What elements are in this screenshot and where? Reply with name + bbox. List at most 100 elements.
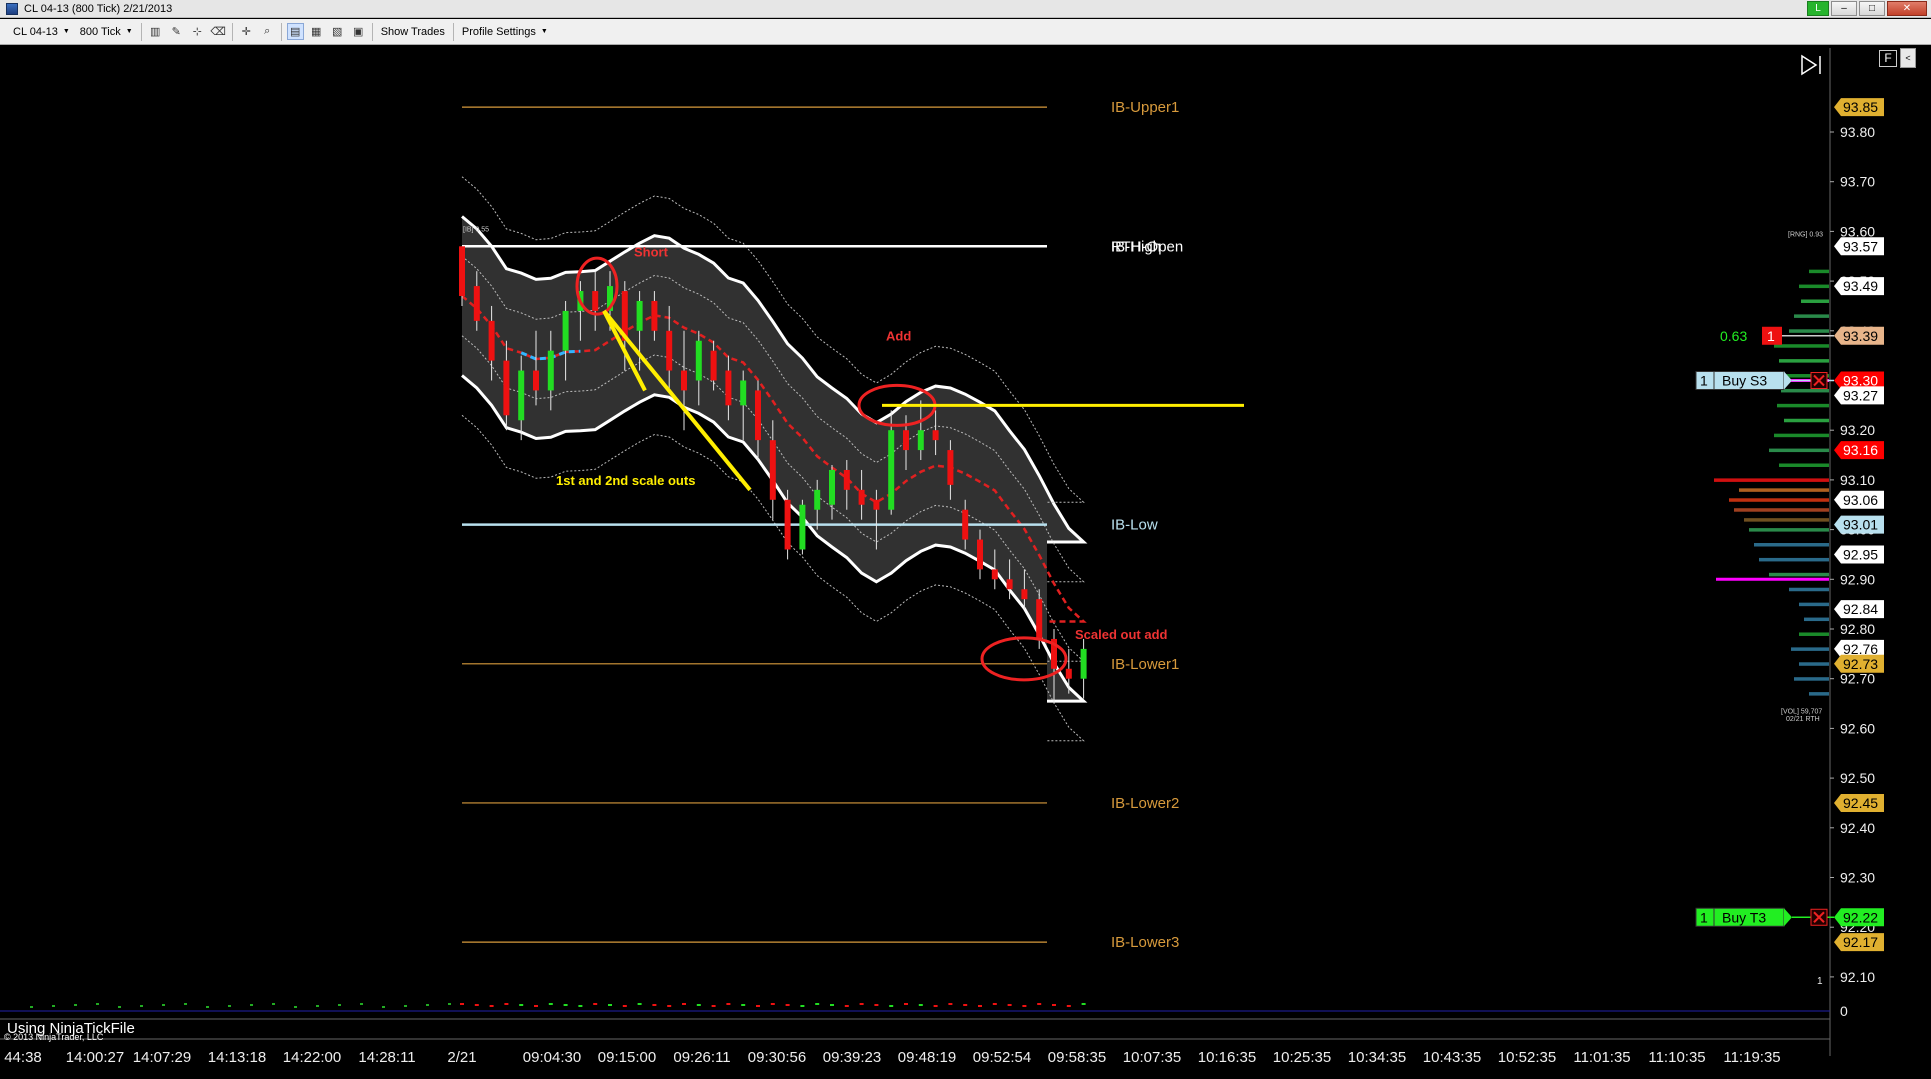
price-tick-label: 92.10: [1840, 969, 1875, 985]
order-qty: 1: [1700, 373, 1708, 389]
position-pnl: 0.63: [1720, 328, 1747, 344]
short-label: Short: [634, 244, 669, 259]
eraser-icon[interactable]: ⌫: [210, 23, 227, 40]
volume-bar: [206, 1006, 209, 1008]
profile-bar: [1714, 478, 1829, 482]
profile-bar: [1804, 617, 1829, 622]
price-axis: 93.8093.7093.6093.5093.4093.3093.2093.10…: [1829, 48, 1884, 1056]
time-axis: 0 1 44:38 14:00:27 14:07:29 14:13:18 14:22:00 1…: [0, 976, 1848, 1066]
time-tick-label: 44:38: [4, 1049, 42, 1066]
candle-body: [518, 370, 525, 421]
chevron-down-icon: ▼: [540, 28, 548, 35]
candle-body: [1021, 589, 1028, 600]
price-marker-label: 92.45: [1843, 795, 1878, 811]
profile-bar: [1784, 418, 1829, 423]
volume-bar: [272, 1003, 275, 1005]
time-tick-label: 09:04:30: [523, 1049, 581, 1066]
profile-bar: [1759, 557, 1829, 562]
interval-selector[interactable]: 800 Tick ▼: [75, 22, 138, 42]
chevron-down-icon: ▼: [62, 28, 70, 35]
level-label: IB-Lower2: [1111, 795, 1179, 812]
price-tick-label: 93.80: [1840, 124, 1875, 140]
chart-toolbar: CL 04-13 ▼ 800 Tick ▼ ▥ ✎ ⊹ ⌫ ✛ ⌕ ▤ ▦ ▧ ▣ …: [0, 19, 1931, 45]
close-button[interactable]: ✕: [1887, 1, 1927, 16]
crosshair-magnet-icon[interactable]: ⊹: [189, 23, 206, 40]
level-label: RTH-Open: [1111, 238, 1183, 255]
order-label: Buy T3: [1722, 909, 1766, 925]
candle-body: [1080, 648, 1087, 679]
candle-body: [710, 350, 717, 381]
price-marker-label: 93.16: [1843, 442, 1878, 458]
minimize-button[interactable]: –: [1831, 1, 1857, 16]
profile-bar: [1789, 329, 1829, 333]
instrument-selector[interactable]: CL 04-13 ▼: [8, 22, 75, 42]
volume-bar: [770, 1003, 775, 1005]
profile-bar: [1779, 463, 1829, 467]
volume-bar: [815, 1003, 820, 1005]
profile-bar: [1744, 518, 1829, 522]
profile-settings-menu[interactable]: Profile Settings ▼: [457, 22, 553, 42]
volume-bar: [1022, 1005, 1027, 1007]
profile-bar: [1774, 433, 1829, 438]
add-label: Add: [886, 329, 911, 344]
instrument-label: CL 04-13: [13, 25, 58, 38]
time-tick-label: 14:07:29: [133, 1049, 191, 1066]
volume-bar: [874, 1004, 879, 1006]
profile-bar: [1769, 448, 1829, 453]
link-status-button[interactable]: L: [1807, 1, 1829, 16]
crosshair-icon[interactable]: ✛: [238, 23, 255, 40]
chart-trader-icon[interactable]: ▤: [286, 23, 304, 40]
candle-body: [459, 246, 465, 297]
volume-bar: [294, 1006, 297, 1008]
properties-icon[interactable]: ▣: [350, 23, 367, 40]
interval-label: 800 Tick: [79, 25, 121, 38]
show-trades-button[interactable]: Show Trades: [376, 22, 450, 42]
price-tick-label: 92.50: [1840, 770, 1875, 786]
time-tick-label: 09:39:23: [823, 1049, 881, 1066]
pencil-icon[interactable]: ✎: [168, 23, 185, 40]
time-tick-label: 09:15:00: [598, 1049, 656, 1066]
price-marker-label: 93.27: [1843, 387, 1878, 403]
level-label: IB-Lower1: [1111, 656, 1179, 673]
window-titlebar: CL 04-13 (800 Tick) 2/21/2013 L – □ ✕: [0, 0, 1931, 18]
volume-bar: [741, 1004, 746, 1006]
price-tick-label: 92.40: [1840, 820, 1875, 836]
time-tick-label: 11:19:35: [1723, 1049, 1780, 1066]
profile-bar: [1794, 677, 1829, 681]
volume-bar: [489, 1005, 494, 1007]
maximize-button[interactable]: □: [1859, 1, 1885, 16]
profile-bar: [1754, 543, 1829, 547]
candle-body: [903, 430, 909, 451]
time-tick-label: 10:16:35: [1198, 1049, 1256, 1066]
time-tick-label: 09:30:56: [748, 1049, 806, 1066]
price-chart[interactable]: IB-Upper1IB-HighRTH-OpenIB-LowIB-Lower1I…: [0, 46, 1931, 1079]
toolbar-separator: [140, 22, 142, 41]
profile-bar: [1779, 359, 1829, 363]
candle-body: [740, 380, 747, 406]
volume-bar: [756, 1005, 760, 1007]
f-button[interactable]: F: [1879, 50, 1897, 67]
toolbar-separator: [231, 22, 233, 41]
volume-bar: [800, 1005, 805, 1007]
indicators-icon[interactable]: ▦: [308, 23, 325, 40]
time-tick-label: 14:28:11: [358, 1049, 415, 1066]
volume-bar: [992, 1003, 997, 1005]
bar-chart-icon[interactable]: ▥: [147, 23, 164, 40]
candle-body: [843, 469, 850, 490]
profile-bar: [1749, 528, 1829, 532]
strategies-icon[interactable]: ▧: [329, 23, 346, 40]
candle-body: [873, 499, 880, 510]
time-tick-label: 09:48:19: [898, 1049, 956, 1066]
volume-bar: [637, 1003, 642, 1005]
expand-panel-button[interactable]: <: [1900, 48, 1916, 68]
volume-bar: [830, 1004, 834, 1006]
candle-body: [533, 370, 539, 391]
candle-body: [784, 499, 791, 550]
volume-bar: [474, 1004, 479, 1006]
volume-bar: [652, 1004, 657, 1006]
go-to-end-icon: [1801, 54, 1818, 76]
volume-bar: [608, 1004, 612, 1006]
profile-bar: [1799, 602, 1829, 607]
candle-body: [651, 300, 658, 331]
zoom-icon[interactable]: ⌕: [259, 23, 276, 40]
